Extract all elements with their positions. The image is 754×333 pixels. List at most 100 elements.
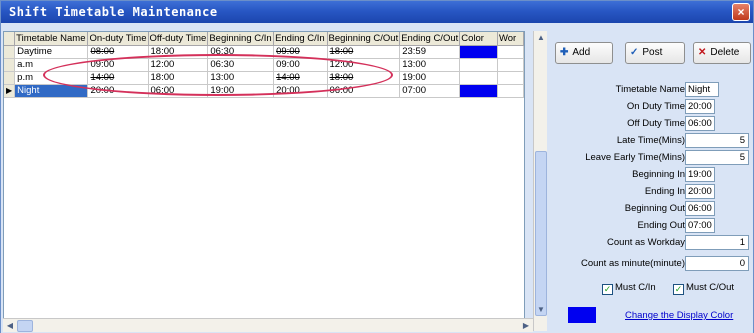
- col-beginning-cout[interactable]: Beginning C/Out: [327, 32, 401, 46]
- cell-ending-cin: 09:00: [273, 45, 328, 59]
- table-row-selected[interactable]: ▶ Night 20:00 06:00 19:00 20:00 06:00 07…: [4, 84, 524, 98]
- table-row[interactable]: p.m 14:00 18:00 13:00 14:00 18:00 19:00: [4, 71, 524, 85]
- row-indicator: [4, 58, 16, 72]
- current-row-arrow-icon: ▶: [4, 84, 16, 98]
- count-minute-label: Count as minute(minute): [580, 258, 685, 269]
- delete-button[interactable]: ✕ Delete: [693, 42, 751, 64]
- leave-early-field[interactable]: 5: [685, 150, 749, 165]
- late-time-label: Late Time(Mins): [616, 135, 685, 146]
- horizontal-scrollbar[interactable]: ◀ ▶: [3, 318, 533, 332]
- add-button[interactable]: ✚ Add: [555, 42, 613, 64]
- must-cout-checkbox[interactable]: ✓ Must C/Out: [673, 282, 734, 295]
- scroll-up-icon[interactable]: ▲: [534, 31, 548, 45]
- cell-color: [459, 84, 498, 98]
- vertical-scrollbar[interactable]: ▲ ▼: [533, 31, 547, 331]
- title-bar: Shift Timetable Maintenance ×: [1, 1, 753, 23]
- cell-beginning-cin: 13:00: [207, 71, 275, 85]
- must-cout-label: Must C/Out: [686, 282, 735, 293]
- off-duty-label: Off Duty Time: [627, 118, 685, 129]
- cell-ending-cout: 23:59: [399, 45, 461, 59]
- scroll-down-icon[interactable]: ▼: [534, 303, 548, 317]
- cell-ending-cout: 07:00: [399, 84, 461, 98]
- must-cin-checkbox[interactable]: ✓ Must C/In: [602, 282, 656, 295]
- count-minute-row: Count as minute(minute) 0: [547, 256, 753, 272]
- display-color-swatch: [568, 307, 596, 323]
- beginning-out-label: Beginning Out: [624, 203, 685, 214]
- cell-workday: [497, 45, 524, 59]
- late-time-row: Late Time(Mins) 5: [547, 133, 753, 149]
- cell-name: Daytime: [14, 45, 89, 59]
- col-timetable-name[interactable]: Timetable Name: [14, 32, 89, 46]
- horizontal-scroll-thumb[interactable]: [17, 320, 33, 332]
- col-ending-cout[interactable]: Ending C/Out: [399, 32, 461, 46]
- scroll-right-icon[interactable]: ▶: [519, 319, 533, 333]
- off-duty-field[interactable]: 06:00: [685, 116, 715, 131]
- x-icon: ✕: [698, 47, 707, 58]
- cell-off-duty: 06:00: [148, 84, 209, 98]
- timetable-grid[interactable]: Timetable Name On-duty Time Off-duty Tim…: [3, 31, 525, 331]
- checkmark-icon: ✓: [673, 284, 684, 295]
- vertical-scroll-thumb[interactable]: [535, 151, 547, 316]
- timetable-name-row: Timetable Name Night: [547, 82, 753, 98]
- cell-ending-cin: 14:00: [273, 71, 328, 85]
- change-display-color-link[interactable]: Change the Display Color: [625, 310, 733, 321]
- post-button[interactable]: ✓ Post: [625, 42, 685, 64]
- cell-beginning-cin: 06:30: [207, 58, 275, 72]
- cell-off-duty: 12:00: [148, 58, 209, 72]
- ending-out-field[interactable]: 07:00: [685, 218, 715, 233]
- col-on-duty[interactable]: On-duty Time: [87, 32, 149, 46]
- cell-workday: [497, 71, 524, 85]
- table-row[interactable]: Daytime 08:00 18:00 06:30 09:00 18:00 23…: [4, 45, 524, 59]
- ending-out-row: Ending Out 07:00: [547, 218, 753, 234]
- late-time-field[interactable]: 5: [685, 133, 749, 148]
- ending-in-field[interactable]: 20:00: [685, 184, 715, 199]
- row-indicator: [4, 45, 16, 59]
- beginning-out-row: Beginning Out 06:00: [547, 201, 753, 217]
- shift-timetable-window: Shift Timetable Maintenance × Timetable …: [0, 0, 754, 333]
- header-row: Timetable Name On-duty Time Off-duty Tim…: [4, 32, 524, 46]
- count-workday-row: Count as Workday 1: [547, 235, 753, 251]
- count-workday-field[interactable]: 1: [685, 235, 749, 250]
- count-minute-field[interactable]: 0: [685, 256, 749, 271]
- cell-beginning-cout: 12:00: [327, 58, 401, 72]
- on-duty-field[interactable]: 20:00: [685, 99, 715, 114]
- col-beginning-cin[interactable]: Beginning C/In: [207, 32, 275, 46]
- col-workday[interactable]: Wor: [497, 32, 524, 46]
- beginning-in-field[interactable]: 19:00: [685, 167, 715, 182]
- window-title: Shift Timetable Maintenance: [9, 5, 218, 19]
- cell-color: [459, 45, 498, 59]
- ending-in-label: Ending In: [644, 186, 685, 197]
- cell-on-duty: 20:00: [87, 84, 149, 98]
- cell-on-duty: 08:00: [87, 45, 149, 59]
- cell-beginning-cin: 19:00: [207, 84, 275, 98]
- cell-workday: [497, 58, 524, 72]
- cell-workday: [497, 84, 524, 98]
- cell-ending-cout: 13:00: [399, 58, 461, 72]
- col-ending-cin[interactable]: Ending C/In: [273, 32, 328, 46]
- cell-name: p.m: [14, 71, 89, 85]
- cell-off-duty: 18:00: [148, 45, 209, 59]
- cell-beginning-cout: 06:00: [327, 84, 401, 98]
- row-indicator-header: [4, 32, 16, 46]
- on-duty-row: On Duty Time 20:00: [547, 99, 753, 115]
- leave-early-row: Leave Early Time(Mins) 5: [547, 150, 753, 166]
- table-row[interactable]: a.m 09:00 12:00 06:30 09:00 12:00 13:00: [4, 58, 524, 72]
- cell-name: a.m: [14, 58, 89, 72]
- ending-in-row: Ending In 20:00: [547, 184, 753, 200]
- must-cin-label: Must C/In: [615, 282, 656, 293]
- timetable-name-field[interactable]: Night: [685, 82, 719, 97]
- close-button[interactable]: ×: [732, 3, 750, 21]
- beginning-in-label: Beginning In: [632, 169, 685, 180]
- cell-beginning-cout: 18:00: [327, 71, 401, 85]
- beginning-out-field[interactable]: 06:00: [685, 201, 715, 216]
- scroll-left-icon[interactable]: ◀: [3, 319, 17, 333]
- timetable-table: Timetable Name On-duty Time Off-duty Tim…: [4, 32, 524, 98]
- col-off-duty[interactable]: Off-duty Time: [148, 32, 209, 46]
- timetable-name-label: Timetable Name: [615, 84, 685, 95]
- cell-on-duty: 09:00: [87, 58, 149, 72]
- checkmark-icon: ✓: [602, 284, 613, 295]
- col-color[interactable]: Color: [459, 32, 498, 46]
- cell-beginning-cin: 06:30: [207, 45, 275, 59]
- cell-ending-cin: 09:00: [273, 58, 328, 72]
- delete-label: Delete: [710, 47, 740, 58]
